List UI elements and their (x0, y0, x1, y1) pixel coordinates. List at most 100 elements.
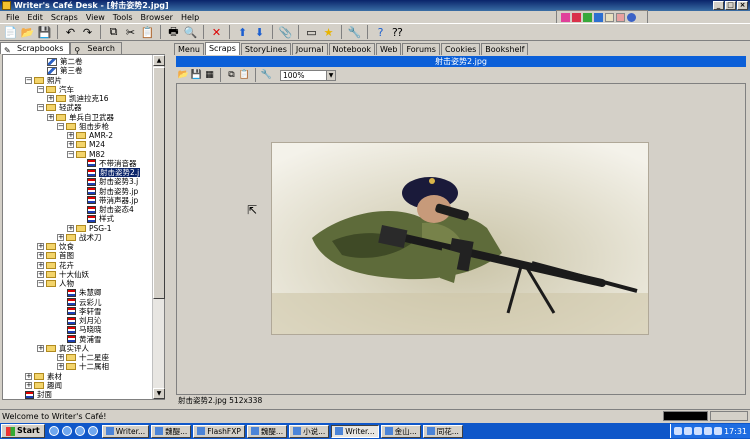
tab-storylines[interactable]: StoryLines (240, 43, 291, 55)
expand-toggle-icon[interactable]: − (67, 150, 74, 158)
ie-icon[interactable] (48, 426, 59, 436)
tree-scrap-item[interactable]: 不带消音器 (87, 159, 137, 168)
tree-scrap-item[interactable]: 带消声器.jp (87, 196, 138, 205)
down-arrow-icon[interactable]: ⬇ (252, 25, 267, 40)
scroll-down-button[interactable]: ▼ (153, 388, 165, 399)
tree-scrap-item[interactable]: 李轩雪 (67, 307, 102, 316)
copy-icon[interactable]: ⧉ (106, 25, 121, 40)
desktop-icon[interactable] (87, 426, 98, 436)
expand-toggle-icon[interactable]: + (37, 344, 44, 352)
save-icon[interactable]: 💾 (191, 70, 202, 81)
redo-icon[interactable]: ↷ (80, 25, 95, 40)
tree-folder-item[interactable]: + 十大仙妖 (37, 270, 89, 279)
menu-tools[interactable]: Tools (109, 13, 137, 22)
expand-toggle-icon[interactable]: + (67, 224, 74, 232)
paste-icon[interactable]: 📋 (239, 70, 250, 81)
find-icon[interactable]: 🔍 (183, 25, 198, 40)
expand-toggle-icon[interactable]: + (57, 354, 64, 361)
print-icon[interactable]: 🖶 (166, 25, 181, 40)
tree-folder-item[interactable]: + 首图 (37, 251, 74, 260)
menu-scraps[interactable]: Scraps (47, 13, 82, 22)
tree-folder-item[interactable]: + 饮食 (37, 242, 74, 251)
expand-toggle-icon[interactable]: + (67, 132, 74, 139)
expand-toggle-icon[interactable]: − (37, 280, 44, 287)
tab-menu[interactable]: Menu (174, 43, 204, 55)
maximize-button[interactable]: □ (725, 1, 736, 10)
open-folder-icon[interactable]: 📂 (178, 70, 189, 81)
close-button[interactable]: × (737, 1, 748, 10)
taskbar-button[interactable]: 小说... (289, 424, 330, 438)
expand-toggle-icon[interactable]: + (37, 252, 44, 260)
leaf-icon[interactable] (583, 12, 592, 22)
tree-scrap-item[interactable]: 射击姿势3.j (87, 177, 138, 186)
menu-browser[interactable]: Browser (137, 13, 177, 22)
copy-icon[interactable]: ⧉ (226, 70, 237, 81)
tree-scrap-item[interactable]: 第二卷 (47, 57, 83, 66)
tree-scrap-item[interactable]: 样式 (87, 214, 114, 223)
expand-toggle-icon[interactable]: + (57, 233, 64, 241)
taskbar-button[interactable]: Writer... (101, 424, 150, 438)
clock[interactable]: 17:31 (724, 427, 747, 436)
note-icon[interactable] (594, 12, 603, 22)
properties-icon[interactable]: ▦ (204, 70, 215, 81)
tree-folder-item[interactable]: − 照片 (25, 76, 62, 85)
tree-scrollbar[interactable]: ▲ ▼ (152, 55, 165, 399)
palette-icon[interactable] (561, 12, 570, 22)
menu-view[interactable]: View (82, 13, 109, 22)
tree-folder-item[interactable]: + 十二星座 (57, 353, 109, 362)
chevron-down-icon[interactable]: ▼ (326, 70, 335, 80)
tray-icon[interactable] (683, 427, 692, 435)
tree-folder-item[interactable]: − M82 (67, 150, 105, 159)
tree-folder-item[interactable]: + 单兵自卫武器 (47, 113, 114, 122)
tree-folder-item[interactable]: + M24 (67, 140, 105, 149)
tree-folder-item[interactable]: − 轻武器 (37, 103, 82, 112)
cut-icon[interactable]: ✂ (123, 25, 138, 40)
tree-scrap-item[interactable]: 射击姿势2.j (87, 168, 141, 177)
tree-folder-item[interactable]: + 花卉 (37, 261, 74, 270)
volume-icon[interactable] (703, 427, 712, 435)
card-icon[interactable] (605, 12, 614, 22)
expand-toggle-icon[interactable]: + (47, 113, 54, 121)
wrench-icon[interactable]: 🔧 (261, 70, 272, 81)
taskbar-button[interactable]: 金山... (380, 424, 421, 438)
tree-scrap-item[interactable]: 朱慧卿 (67, 288, 102, 297)
tab-journal[interactable]: Journal (291, 43, 328, 55)
undo-icon[interactable]: ↶ (63, 25, 78, 40)
expand-toggle-icon[interactable]: − (25, 76, 32, 84)
tree-scrap-item[interactable]: 射击姿势.jp (87, 187, 138, 196)
window-icon[interactable] (616, 12, 625, 22)
tree-folder-item[interactable]: + 趣闻 (25, 381, 62, 390)
minimize-button[interactable]: _ (713, 1, 724, 10)
expand-toggle-icon[interactable]: + (37, 261, 44, 269)
tree-folder-item[interactable]: − 人物 (37, 279, 74, 288)
media-icon[interactable] (74, 426, 85, 436)
tree-folder-item[interactable]: + 素材 (25, 372, 62, 381)
taskbar-button[interactable]: FlashFXP (193, 424, 245, 438)
paste-icon[interactable]: 📋 (140, 25, 155, 40)
taskbar-button[interactable]: 同花... (422, 424, 463, 438)
tab-scraps[interactable]: Scraps (204, 42, 240, 55)
zoom-select[interactable]: 100% ▼ (280, 69, 336, 81)
taskbar-button[interactable]: 魏醍... (246, 424, 288, 438)
expand-toggle-icon[interactable]: + (47, 95, 54, 102)
tree-folder-item[interactable]: + 凯迪拉克16 (47, 94, 109, 103)
expand-toggle-icon[interactable]: + (67, 141, 74, 149)
network-icon[interactable] (713, 427, 722, 435)
tools-icon[interactable]: 🔧 (347, 25, 362, 40)
messenger-icon[interactable] (61, 426, 72, 436)
tree-folder-item[interactable]: − 狙击步枪 (57, 122, 109, 131)
expand-toggle-icon[interactable]: + (37, 243, 44, 250)
open-icon[interactable]: 📂 (20, 25, 35, 40)
menu-edit[interactable]: Edit (23, 13, 47, 22)
tab-forums[interactable]: Forums (402, 43, 440, 55)
expand-toggle-icon[interactable]: + (25, 372, 32, 380)
new-icon[interactable]: 📄 (3, 25, 18, 40)
expand-toggle-icon[interactable]: − (37, 104, 44, 112)
expand-toggle-icon[interactable]: − (37, 85, 44, 93)
scrapbook-tree[interactable]: 第二卷 第三卷 − 照片 − 汽车 + 凯迪拉克16− 轻武器 + 单兵自卫武器 − 狙击步枪 + AMR-… (2, 54, 165, 400)
tree-folder-item[interactable]: + 战术刀 (57, 233, 102, 242)
tree-folder-item[interactable]: + 真实评人 (37, 344, 89, 353)
tree-scrap-item[interactable]: 第三卷 (47, 66, 83, 75)
whats-this-icon[interactable]: ⁇ (390, 25, 405, 40)
tab-notebook[interactable]: Notebook (328, 43, 375, 55)
